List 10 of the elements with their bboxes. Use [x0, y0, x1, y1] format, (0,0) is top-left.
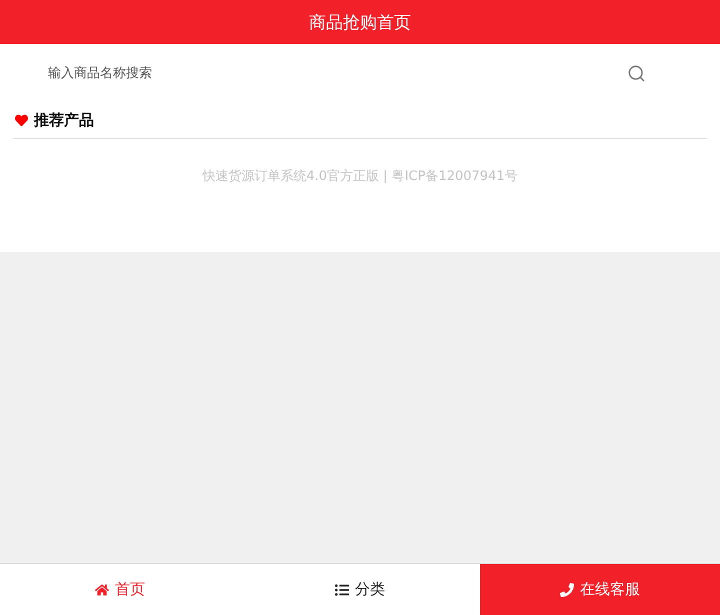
- phone-icon: [560, 582, 574, 596]
- list-icon: [335, 582, 349, 596]
- nav-item[interactable]: 在线客服: [480, 564, 720, 615]
- footer-note: 快速货源订单系统4.0官方正版 | 粤ICP备12007941号: [201, 168, 519, 185]
- heart-icon: [15, 114, 28, 126]
- home-icon: [95, 582, 109, 596]
- search-field[interactable]: 输入商品名称搜索: [46, 64, 627, 82]
- section-title: 推荐产品: [34, 110, 94, 130]
- search-icon[interactable]: [627, 64, 646, 82]
- page-title: 商品抢购首页: [309, 12, 411, 34]
